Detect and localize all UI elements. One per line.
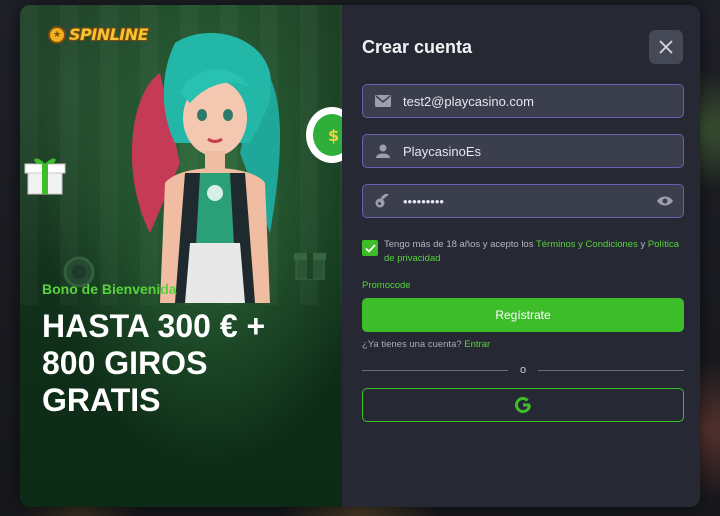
promocode-toggle[interactable]: Promocode [362, 280, 411, 291]
login-prompt: ¿Ya tienes una cuenta? Entrar [362, 339, 490, 350]
svg-text:$: $ [328, 126, 339, 145]
password-field[interactable] [362, 184, 684, 218]
terms-checkbox[interactable] [362, 240, 378, 256]
terms-link[interactable]: Términos y Condiciones [536, 239, 638, 250]
key-icon [363, 194, 403, 208]
terms-consent: Tengo más de 18 años y acepto los Términ… [362, 238, 684, 266]
google-signin-button[interactable] [362, 388, 684, 422]
user-icon [363, 144, 403, 158]
terms-prefix: Tengo más de 18 años y acepto los [384, 239, 536, 250]
mascot-character-illustration [131, 33, 280, 303]
form-title: Crear cuenta [362, 37, 473, 57]
google-icon [515, 397, 531, 413]
username-field[interactable] [362, 134, 684, 168]
email-field[interactable] [362, 84, 684, 118]
terms-and: y [637, 239, 648, 250]
headline-line-1: HASTA 300 € + [42, 308, 266, 344]
headline-line-2: 800 GIROS [42, 345, 208, 381]
logo-coin-icon: ★ [48, 25, 66, 44]
register-button[interactable]: Regístrate [362, 298, 684, 332]
or-divider: o [362, 363, 684, 377]
close-button[interactable] [649, 30, 683, 64]
register-modal: ★ SPINLINE $ Bono de Bienvenida HASTA 30… [20, 5, 700, 507]
headline-line-3: GRATIS [42, 382, 161, 418]
terms-text: Tengo más de 18 años y acepto los Términ… [384, 238, 684, 266]
divider-label: o [519, 364, 527, 376]
gift-box-icon [24, 158, 66, 195]
password-input[interactable] [403, 193, 647, 209]
divider-line-left [362, 369, 508, 371]
divider-line-right [538, 369, 684, 371]
username-input[interactable] [403, 143, 683, 159]
eye-icon[interactable] [647, 196, 683, 206]
floating-gift-icon [294, 253, 326, 280]
registration-form: Crear cuenta test2@playcasino.com Playca… [342, 5, 700, 507]
email-input[interactable] [403, 93, 683, 109]
welcome-bonus-label: Bono de Bienvenida [42, 281, 177, 297]
login-link[interactable]: Entrar [464, 339, 490, 350]
close-icon [659, 40, 673, 54]
promo-panel: ★ SPINLINE $ Bono de Bienvenida HASTA 30… [20, 5, 342, 507]
checkmark-icon [364, 243, 376, 253]
casino-chip-icon: $ [306, 107, 342, 163]
envelope-icon [363, 95, 403, 107]
have-account-text: ¿Ya tienes una cuenta? [362, 339, 465, 350]
bonus-headline: HASTA 300 € + 800 GIROS GRATIS [42, 308, 332, 419]
